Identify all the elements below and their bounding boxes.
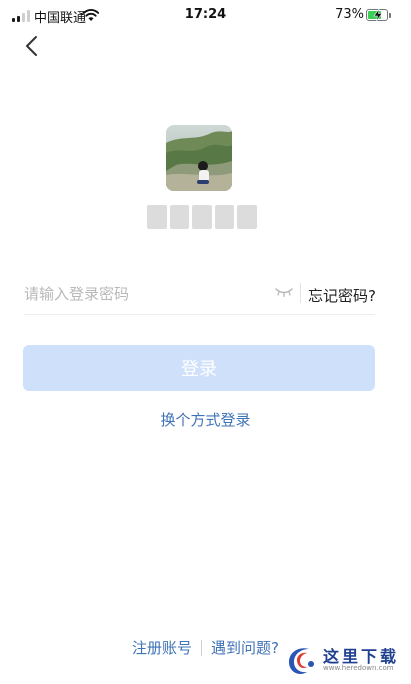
site-watermark: 这里下载 www.heredown.com [283, 640, 403, 680]
password-row: 忘记密码? [24, 276, 376, 315]
battery-percentage: 73% [335, 7, 364, 22]
chevron-left-icon [26, 36, 37, 56]
status-bar: 中国联通 17:24 73% [0, 0, 411, 32]
watermark-logo-icon [289, 648, 314, 674]
user-avatar [166, 125, 232, 191]
help-link[interactable]: 遇到问题? [211, 637, 279, 658]
forgot-password-link[interactable]: 忘记密码? [308, 285, 376, 306]
charging-bolt-icon [373, 9, 383, 21]
password-input[interactable] [24, 276, 254, 312]
back-button[interactable] [20, 34, 44, 58]
login-button[interactable]: 登录 [23, 345, 375, 391]
user-avatar-photo [166, 125, 232, 191]
masked-account-name [147, 205, 257, 229]
register-account-link[interactable]: 注册账号 [132, 637, 192, 658]
password-divider [300, 283, 301, 303]
watermark-url: www.heredown.com [323, 664, 394, 672]
switch-login-method-link[interactable]: 换个方式登录 [0, 409, 411, 430]
footer-divider [201, 639, 203, 656]
battery-cap [389, 13, 391, 18]
eye-closed-icon[interactable] [274, 286, 294, 298]
